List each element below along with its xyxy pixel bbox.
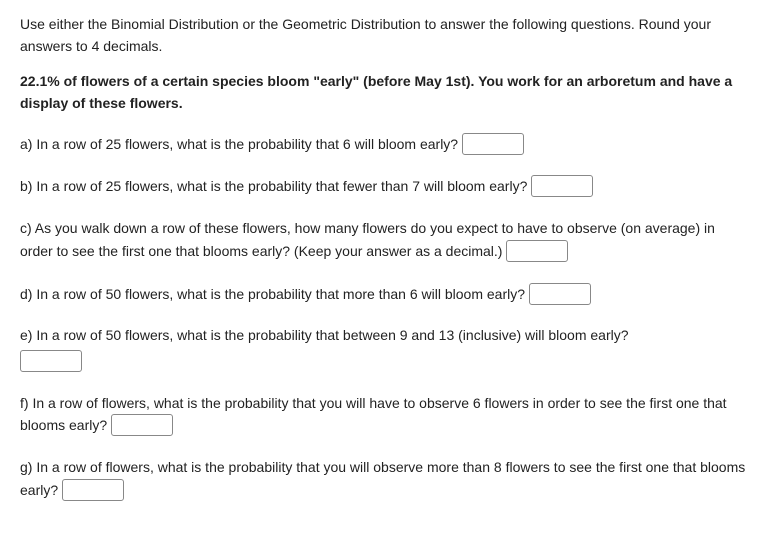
answer-input-f[interactable]	[111, 414, 173, 436]
question-d-text: d) In a row of 50 flowers, what is the p…	[20, 286, 529, 302]
question-e: e) In a row of 50 flowers, what is the p…	[20, 325, 746, 372]
question-g: g) In a row of flowers, what is the prob…	[20, 457, 746, 501]
scenario-text: 22.1% of flowers of a certain species bl…	[20, 71, 746, 114]
question-f: f) In a row of flowers, what is the prob…	[20, 393, 746, 437]
question-b-text: b) In a row of 25 flowers, what is the p…	[20, 178, 531, 194]
answer-input-d[interactable]	[529, 283, 591, 305]
answer-input-b[interactable]	[531, 175, 593, 197]
question-c: c) As you walk down a row of these flowe…	[20, 218, 746, 262]
question-b: b) In a row of 25 flowers, what is the p…	[20, 175, 746, 198]
answer-input-g[interactable]	[62, 479, 124, 501]
question-a: a) In a row of 25 flowers, what is the p…	[20, 133, 746, 156]
question-a-text: a) In a row of 25 flowers, what is the p…	[20, 136, 462, 152]
question-c-text: c) As you walk down a row of these flowe…	[20, 220, 715, 259]
answer-input-a[interactable]	[462, 133, 524, 155]
question-d: d) In a row of 50 flowers, what is the p…	[20, 283, 746, 306]
answer-input-c[interactable]	[506, 240, 568, 262]
answer-input-e[interactable]	[20, 350, 82, 372]
instructions: Use either the Binomial Distribution or …	[20, 14, 746, 57]
question-e-text: e) In a row of 50 flowers, what is the p…	[20, 327, 629, 343]
question-g-text: g) In a row of flowers, what is the prob…	[20, 459, 745, 498]
